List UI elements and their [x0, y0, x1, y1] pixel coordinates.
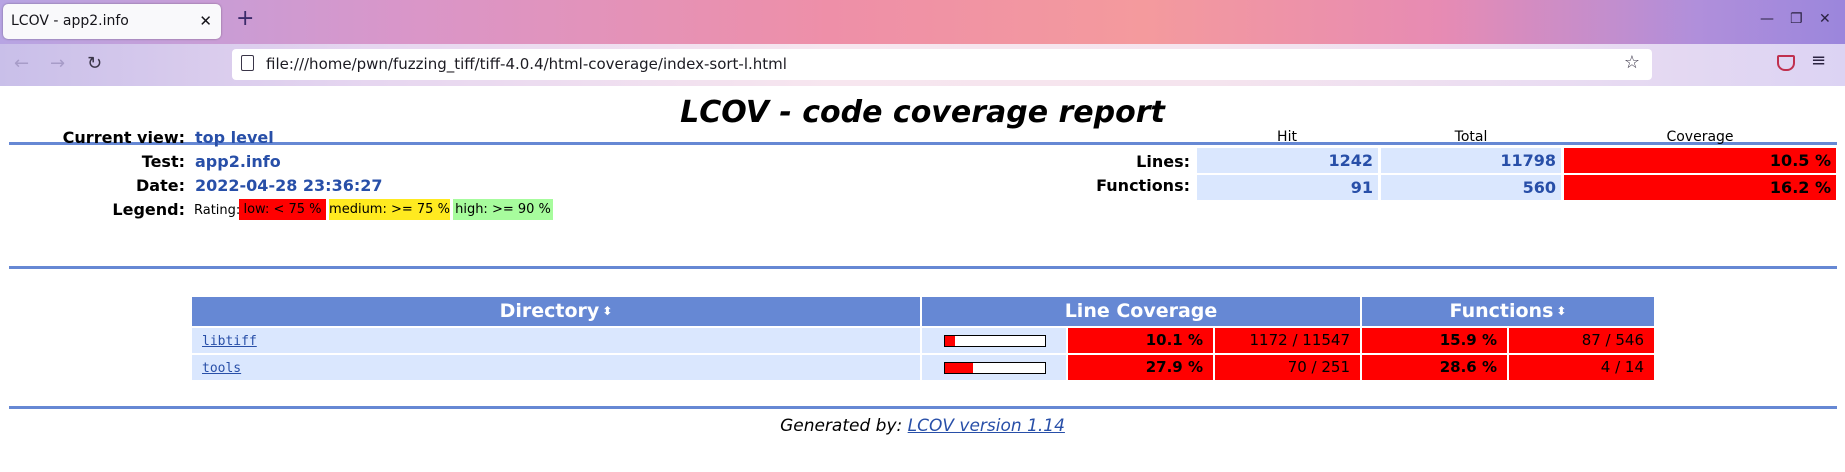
footer-prefix: Generated by:	[780, 416, 903, 436]
legend-high-badge: high: >= 90 %	[453, 199, 553, 220]
coverage-bar-fill	[945, 363, 973, 373]
window-close-icon[interactable]: ✕	[1819, 11, 1831, 27]
page-icon	[241, 55, 254, 71]
back-icon[interactable]: ←	[14, 53, 29, 74]
legend-label: Legend:	[112, 200, 185, 219]
line-coverage-header: Line Coverage	[922, 297, 1360, 326]
function-coverage-count: 4 / 14	[1509, 355, 1654, 380]
functions-header[interactable]: Functions ⬍	[1362, 297, 1654, 326]
coverage-bar-cell	[922, 355, 1066, 380]
directory-header[interactable]: Directory ⬍	[192, 297, 920, 326]
line-coverage-header-label: Line Coverage	[1064, 300, 1218, 322]
coverage-bar	[944, 335, 1046, 347]
top-ruler	[9, 142, 1837, 145]
bookmark-star-icon[interactable]: ☆	[1624, 52, 1640, 73]
line-coverage-count: 1172 / 11547	[1215, 328, 1360, 353]
directory-link-tools[interactable]: tools	[202, 361, 241, 376]
date-value: 2022-04-28 23:36:27	[195, 176, 383, 195]
current-view-label: Current view:	[62, 128, 185, 147]
summary-functions-label: Functions:	[1096, 176, 1190, 195]
summary-functions-total: 560	[1381, 175, 1561, 200]
close-tab-icon[interactable]: ✕	[199, 12, 212, 30]
minimize-icon[interactable]: —	[1760, 11, 1774, 27]
summary-lines-hit: 1242	[1197, 148, 1378, 173]
url-text[interactable]: file:///home/pwn/fuzzing_tiff/tiff-4.0.4…	[266, 55, 787, 73]
active-tab[interactable]: LCOV - app2.info ✕	[3, 4, 221, 39]
function-coverage-percent: 15.9 %	[1362, 328, 1507, 353]
summary-lines-total: 11798	[1381, 148, 1561, 173]
bottom-ruler	[9, 406, 1837, 409]
legend-rating-text: Rating:	[194, 203, 241, 218]
line-coverage-count: 70 / 251	[1215, 355, 1360, 380]
date-label: Date:	[136, 176, 185, 195]
forward-icon[interactable]: →	[50, 53, 65, 74]
function-coverage-percent: 28.6 %	[1362, 355, 1507, 380]
sort-icon[interactable]: ⬍	[1556, 304, 1566, 318]
line-coverage-percent: 10.1 %	[1068, 328, 1213, 353]
page-title: LCOV - code coverage report	[680, 95, 1165, 130]
summary-header-hit: Hit	[1277, 129, 1297, 145]
middle-ruler	[9, 266, 1837, 269]
tab-strip: LCOV - app2.info ✕ + — ❐ ✕	[0, 0, 1845, 44]
test-value: app2.info	[195, 152, 281, 171]
directory-link-libtiff[interactable]: libtiff	[202, 334, 257, 349]
footer: Generated by: LCOV version 1.14	[0, 416, 1845, 436]
reload-icon[interactable]: ↻	[87, 53, 102, 74]
test-label: Test:	[141, 152, 185, 171]
line-coverage-percent: 27.9 %	[1068, 355, 1213, 380]
summary-functions-coverage: 16.2 %	[1564, 175, 1836, 200]
page-content: LCOV - code coverage report Current view…	[0, 86, 1845, 472]
menu-icon[interactable]: ≡	[1811, 50, 1826, 71]
navigation-toolbar: ← → ↻ file:///home/pwn/fuzzing_tiff/tiff…	[0, 44, 1845, 86]
current-view-value: top level	[195, 128, 274, 147]
summary-lines-coverage: 10.5 %	[1564, 148, 1836, 173]
coverage-bar-fill	[945, 336, 956, 346]
legend-medium-badge: medium: >= 75 %	[329, 199, 450, 220]
restore-icon[interactable]: ❐	[1790, 11, 1803, 27]
address-bar[interactable]: file:///home/pwn/fuzzing_tiff/tiff-4.0.4…	[232, 49, 1652, 80]
coverage-bar	[944, 362, 1046, 374]
new-tab-icon[interactable]: +	[236, 8, 254, 30]
legend-low-badge: low: < 75 %	[239, 199, 326, 220]
summary-header-total: Total	[1454, 129, 1488, 145]
coverage-bar-cell	[922, 328, 1066, 353]
lcov-version-link[interactable]: LCOV version 1.14	[908, 416, 1065, 436]
tab-title: LCOV - app2.info	[11, 13, 129, 29]
table-row-name-cell: tools	[192, 355, 920, 380]
functions-header-label: Functions	[1449, 300, 1554, 322]
summary-header-coverage: Coverage	[1666, 129, 1734, 145]
pocket-icon[interactable]	[1777, 55, 1795, 71]
sort-icon[interactable]: ⬍	[602, 304, 612, 318]
directory-header-label: Directory	[499, 300, 600, 322]
summary-lines-label: Lines:	[1136, 152, 1190, 171]
summary-functions-hit: 91	[1197, 175, 1378, 200]
function-coverage-count: 87 / 546	[1509, 328, 1654, 353]
table-row-name-cell: libtiff	[192, 328, 920, 353]
